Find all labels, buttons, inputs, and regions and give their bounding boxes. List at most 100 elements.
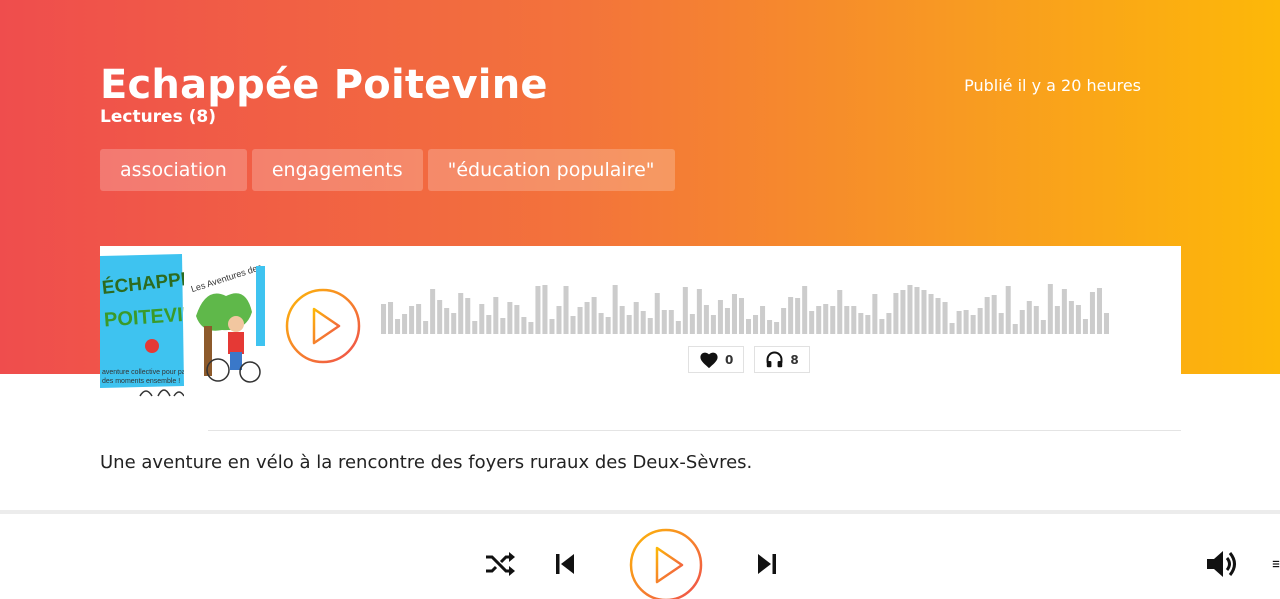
waveform-bar bbox=[458, 293, 464, 334]
waveform-bar bbox=[907, 285, 913, 334]
playlist-button[interactable] bbox=[1272, 552, 1280, 576]
waveform-bar bbox=[591, 297, 597, 334]
waveform-bar bbox=[472, 321, 478, 334]
waveform-bar bbox=[409, 306, 415, 334]
waveform-bar bbox=[661, 310, 667, 334]
waveform-bar bbox=[949, 323, 955, 334]
divider bbox=[208, 430, 1181, 431]
waveform-bar bbox=[781, 308, 787, 334]
page-title: Echappée Poitevine bbox=[100, 62, 548, 108]
waveform-bar bbox=[563, 286, 569, 334]
waveform-bar bbox=[963, 310, 969, 334]
waveform-bar bbox=[872, 294, 878, 334]
waveform-bar bbox=[921, 290, 927, 334]
waveform-bar bbox=[395, 319, 401, 334]
waveform-bar bbox=[823, 304, 829, 334]
shuffle-icon bbox=[486, 552, 515, 576]
waveform-bar bbox=[556, 306, 562, 334]
waveform-bar bbox=[542, 285, 548, 334]
waveform-bar bbox=[942, 302, 948, 334]
waveform-bar bbox=[1068, 301, 1074, 334]
waveform-bar bbox=[388, 302, 394, 334]
waveform-bar bbox=[1019, 310, 1025, 334]
waveform-bar bbox=[956, 311, 962, 334]
waveform-bar bbox=[479, 304, 485, 334]
waveform-bar bbox=[619, 306, 625, 334]
waveform-bar bbox=[760, 306, 766, 334]
waveform-bar bbox=[767, 320, 773, 334]
waveform-bar bbox=[598, 313, 604, 334]
waveform-bar bbox=[1103, 313, 1109, 334]
waveform-bar bbox=[1005, 286, 1011, 334]
waveform-bar bbox=[647, 318, 653, 334]
waveform-bar bbox=[802, 286, 808, 334]
waveform-bar bbox=[795, 298, 801, 334]
waveform-bar bbox=[1054, 306, 1060, 334]
waveform-bar bbox=[1040, 320, 1046, 334]
waveform-bar bbox=[977, 308, 983, 334]
waveform-bar bbox=[514, 305, 520, 334]
next-button[interactable] bbox=[753, 550, 781, 578]
headphones-icon bbox=[766, 351, 783, 368]
published-date: Publié il y a 20 heures bbox=[964, 76, 1141, 95]
waveform-bar bbox=[703, 305, 709, 334]
previous-icon bbox=[556, 554, 574, 574]
waveform-bar bbox=[507, 302, 513, 334]
volume-button[interactable] bbox=[1204, 548, 1240, 580]
likes-count: 0 bbox=[725, 352, 734, 367]
waveform-bar bbox=[998, 313, 1004, 334]
waveform-bar bbox=[774, 322, 780, 334]
waveform-bar bbox=[444, 308, 450, 334]
waveform-bar bbox=[535, 286, 541, 334]
waveform-bar bbox=[893, 293, 899, 334]
tag-education-populaire[interactable]: "éducation populaire" bbox=[427, 149, 675, 191]
waveform-bar bbox=[991, 295, 997, 334]
waveform-bar bbox=[675, 321, 681, 334]
waveform-bar bbox=[970, 315, 976, 334]
waveform-bar bbox=[668, 310, 674, 334]
listens-stat: 8 bbox=[754, 346, 810, 373]
waveform-bar bbox=[717, 300, 723, 334]
waveform-bar bbox=[1047, 284, 1053, 334]
waveform-bar bbox=[402, 314, 408, 334]
waveform-bar bbox=[928, 294, 934, 334]
next-icon bbox=[758, 554, 776, 574]
bottom-player-bar bbox=[0, 510, 1280, 599]
reads-count: Lectures (8) bbox=[100, 107, 216, 127]
tag-engagements[interactable]: engagements bbox=[251, 149, 423, 191]
main-play-button[interactable] bbox=[629, 528, 703, 599]
waveform[interactable] bbox=[381, 282, 1111, 334]
waveform-bar bbox=[724, 308, 730, 334]
waveform-bar bbox=[844, 306, 850, 334]
shuffle-button[interactable] bbox=[482, 549, 518, 579]
playlist-icon bbox=[1272, 560, 1280, 568]
listens-count: 8 bbox=[790, 352, 799, 367]
like-button[interactable]: 0 bbox=[688, 346, 745, 373]
waveform-bar bbox=[528, 322, 534, 334]
waveform-bar bbox=[935, 298, 941, 334]
waveform-bar bbox=[493, 297, 499, 334]
volume-icon bbox=[1207, 551, 1236, 577]
episode-description: Une aventure en vélo à la rencontre des … bbox=[100, 452, 753, 473]
player-card: ÉCHAPPÉE POITEVINE aventure collective p… bbox=[100, 246, 1181, 431]
waveform-bar bbox=[788, 297, 794, 334]
waveform-bar bbox=[1061, 289, 1067, 334]
waveform-bar bbox=[640, 311, 646, 334]
waveform-bar bbox=[416, 304, 422, 334]
waveform-bar bbox=[753, 315, 759, 334]
waveform-bar bbox=[437, 300, 443, 334]
previous-button[interactable] bbox=[551, 550, 579, 578]
tag-list: association engagements "éducation popul… bbox=[100, 149, 675, 191]
waveform-bar bbox=[914, 287, 920, 334]
waveform-bar bbox=[465, 298, 471, 334]
cover-image: ÉCHAPPÉE POITEVINE aventure collective p… bbox=[100, 246, 265, 408]
svg-text:des moments ensemble !: des moments ensemble ! bbox=[102, 378, 180, 385]
track-play-button[interactable] bbox=[285, 288, 361, 364]
waveform-bar bbox=[886, 313, 892, 334]
waveform-bar bbox=[865, 315, 871, 334]
waveform-bar bbox=[451, 313, 457, 334]
waveform-bar bbox=[654, 293, 660, 334]
waveform-bar bbox=[612, 285, 618, 334]
tag-association[interactable]: association bbox=[100, 149, 247, 191]
waveform-bar bbox=[500, 318, 506, 334]
